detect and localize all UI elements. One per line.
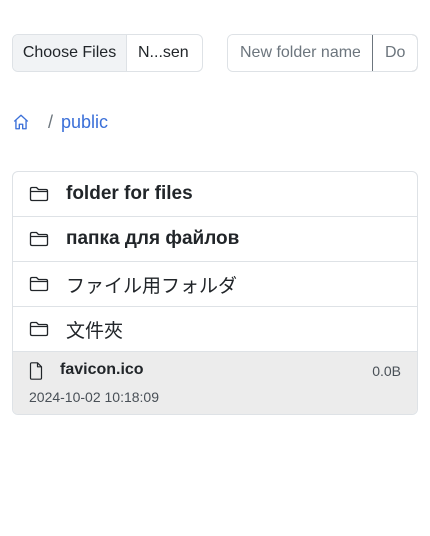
create-folder-button[interactable]: Do xyxy=(372,35,417,71)
folder-name: ファイル用フォルダ xyxy=(66,275,238,297)
folder-icon xyxy=(29,185,51,203)
breadcrumb-separator: / xyxy=(48,111,54,132)
choose-files-button[interactable]: Choose Files xyxy=(13,35,127,71)
folder-row[interactable]: папка для файлов xyxy=(13,217,417,262)
new-folder-group: Do xyxy=(227,34,418,72)
folder-icon xyxy=(29,230,51,248)
folder-row[interactable]: folder for files xyxy=(13,172,417,217)
breadcrumb: / public xyxy=(12,110,108,134)
breadcrumb-current-public[interactable]: public xyxy=(61,112,108,133)
folder-name: folder for files xyxy=(66,183,193,204)
folder-name: папка для файлов xyxy=(66,228,240,249)
folder-row[interactable]: 文件夾 xyxy=(13,307,417,352)
home-icon[interactable] xyxy=(12,111,32,133)
file-modified-date: 2024-10-02 10:18:09 xyxy=(29,389,159,405)
file-status-text: N...sen xyxy=(138,44,189,61)
folder-row[interactable]: ファイル用フォルダ xyxy=(13,262,417,307)
file-size: 0.0B xyxy=(372,363,401,379)
file-name: favicon.ico xyxy=(60,361,144,378)
file-icon xyxy=(29,362,45,380)
folder-icon xyxy=(29,320,51,338)
file-upload-input[interactable]: Choose Files N...sen xyxy=(12,34,203,72)
folder-icon xyxy=(29,275,51,293)
file-row[interactable]: favicon.ico 0.0B 2024-10-02 10:18:09 xyxy=(13,352,417,414)
folder-name: 文件夾 xyxy=(66,320,124,342)
new-folder-name-input[interactable] xyxy=(228,35,372,71)
file-list: folder for files папка для файлов ファイル用フ… xyxy=(12,171,418,415)
